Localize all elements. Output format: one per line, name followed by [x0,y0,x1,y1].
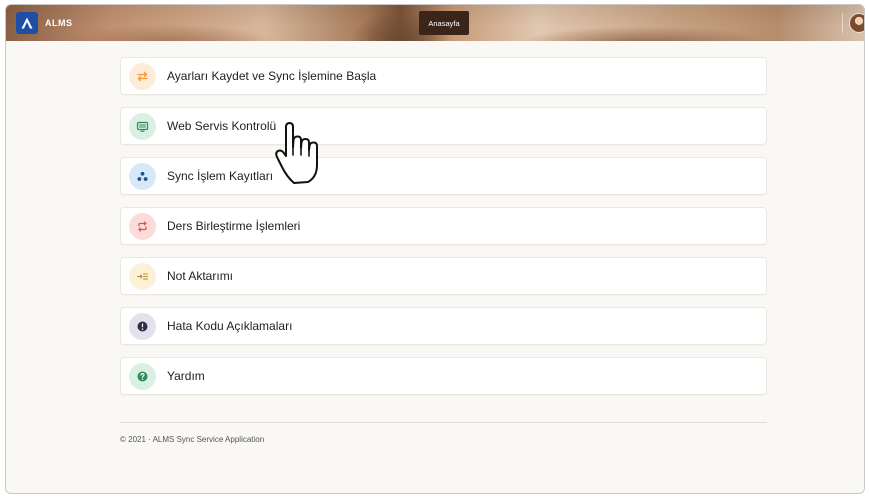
transfer-icon [129,62,156,90]
menu-item-label: Not Aktarımı [167,269,234,283]
menu-item-label: Hata Kodu Açıklamaları [167,319,293,333]
menu-item-error-code-descriptions[interactable]: Hata Kodu Açıklamaları [120,307,767,345]
import-list-icon [129,262,156,290]
menu-item-web-service-check[interactable]: Web Servis Kontrolü [120,107,767,145]
menu-item-label: Ders Birleştirme İşlemleri [167,219,301,233]
hand-pointer-icon [275,122,318,184]
brand[interactable]: ALMS [16,12,73,34]
menu-item-label: Sync İşlem Kayıtları [167,169,274,183]
monitor-icon [129,112,156,140]
navbar-divider [842,13,843,33]
menu-item-help[interactable]: Yardım [120,357,767,395]
menu-item-label: Web Servis Kontrolü [167,119,277,133]
menu-item-sync-logs[interactable]: Sync İşlem Kayıtları [120,157,767,195]
menu-item-course-merge[interactable]: Ders Birleştirme İşlemleri [120,207,767,245]
alms-logo-icon [16,12,38,34]
footer-divider [120,422,767,423]
app-window: ALMS Anasayfa Ayarları Kaydet ve Sync İş… [5,4,865,494]
brand-name: ALMS [45,18,73,28]
question-circle-icon [129,362,156,390]
footer-copyright: © 2021 · ALMS Sync Service Application [120,435,265,444]
nav-home-link[interactable]: Anasayfa [419,11,469,35]
menu-item-label: Yardım [167,369,205,383]
menu-item-label: Ayarları Kaydet ve Sync İşlemine Başla [167,69,377,83]
user-avatar[interactable] [849,13,864,33]
nodes-icon [129,162,156,190]
top-navbar: ALMS Anasayfa [6,5,864,41]
menu-item-save-settings-start-sync[interactable]: Ayarları Kaydet ve Sync İşlemine Başla [120,57,767,95]
repeat-icon [129,212,156,240]
menu-item-grade-transfer[interactable]: Not Aktarımı [120,257,767,295]
exclamation-circle-icon [129,312,156,340]
main-menu: Ayarları Kaydet ve Sync İşlemine Başla W… [120,57,767,407]
